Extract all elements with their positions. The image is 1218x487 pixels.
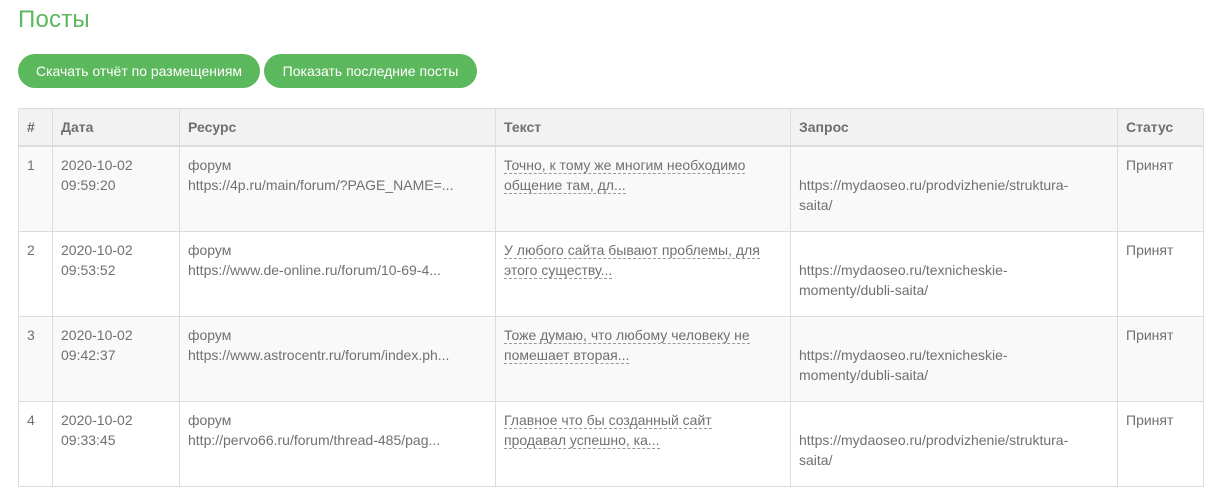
show-last-posts-button[interactable]: Показать последние посты — [264, 54, 477, 88]
query-line: https://mydaoseo.ru/prodvizhenie/struktu… — [799, 432, 1069, 448]
table-row: 2 2020-10-02 09:53:52 форум https://www.… — [18, 231, 1204, 317]
download-report-button[interactable]: Скачать отчёт по размещениям — [18, 54, 260, 88]
cell-text: Главное что бы созданный сайт продавал у… — [495, 401, 791, 487]
cell-resource: форум https://4p.ru/main/forum/?PAGE_NAM… — [179, 145, 496, 232]
cell-num: 3 — [18, 316, 53, 402]
cell-resource: форум http://pervo66.ru/forum/thread-485… — [179, 401, 496, 487]
cell-num: 1 — [18, 145, 53, 232]
query-url: https://mydaoseo.ru/prodvizhenie/struktu… — [799, 155, 1109, 215]
time-value: 09:33:45 — [61, 432, 116, 448]
cell-resource: форум https://www.astrocentr.ru/forum/in… — [179, 316, 496, 402]
query-line: https://mydaoseo.ru/texnicheskie- — [799, 262, 1008, 278]
query-line: saita/ — [799, 197, 833, 213]
post-text-line[interactable]: Главное что бы созданный сайт — [504, 412, 712, 429]
cell-status: Принят — [1117, 316, 1204, 402]
post-text-line[interactable]: У любого сайта бывают проблемы, для — [504, 242, 760, 259]
time-value: 09:53:52 — [61, 262, 116, 278]
posts-page: Посты Скачать отчёт по размещениям Показ… — [0, 0, 1218, 487]
resource-type: форум — [188, 157, 232, 173]
cell-query: https://mydaoseo.ru/prodvizhenie/struktu… — [790, 145, 1118, 232]
header-status: Статус — [1117, 108, 1204, 147]
cell-status: Принят — [1117, 401, 1204, 487]
cell-date: 2020-10-02 09:33:45 — [52, 401, 180, 487]
cell-date: 2020-10-02 09:42:37 — [52, 316, 180, 402]
cell-query: https://mydaoseo.ru/texnicheskie-momenty… — [790, 316, 1118, 402]
date-value: 2020-10-02 — [61, 242, 133, 258]
post-text-line[interactable]: общение там, дл... — [504, 177, 626, 194]
date-value: 2020-10-02 — [61, 157, 133, 173]
post-text-line[interactable]: продавал успешно, ка... — [504, 432, 660, 449]
query-url: https://mydaoseo.ru/texnicheskie-momenty… — [799, 240, 1109, 300]
header-num: # — [18, 108, 53, 147]
time-value: 09:42:37 — [61, 347, 116, 363]
query-line: https://mydaoseo.ru/prodvizhenie/struktu… — [799, 177, 1069, 193]
actions-bar: Скачать отчёт по размещениям Показать по… — [18, 54, 477, 88]
header-text: Текст — [495, 108, 791, 147]
post-text-line[interactable]: помешает вторая... — [504, 347, 630, 364]
page-title: Посты — [18, 6, 90, 33]
cell-date: 2020-10-02 09:53:52 — [52, 231, 180, 317]
table-header-row: # Дата Ресурс Текст Запрос Статус — [18, 108, 1204, 147]
post-text-line[interactable]: Тоже думаю, что любому человеку не — [504, 327, 750, 344]
query-url: https://mydaoseo.ru/texnicheskie-momenty… — [799, 325, 1109, 385]
cell-status: Принят — [1117, 231, 1204, 317]
query-line: momenty/dubli-saita/ — [799, 367, 929, 383]
cell-num: 2 — [18, 231, 53, 317]
resource-url: http://pervo66.ru/forum/thread-485/pag..… — [188, 432, 441, 448]
resource-type: форум — [188, 412, 232, 428]
cell-text: Тоже думаю, что любому человеку не помеш… — [495, 316, 791, 402]
resource-url: https://www.astrocentr.ru/forum/index.ph… — [188, 347, 450, 363]
query-line: momenty/dubli-saita/ — [799, 282, 929, 298]
resource-type: форум — [188, 327, 232, 343]
query-line: saita/ — [799, 452, 833, 468]
cell-query: https://mydaoseo.ru/prodvizhenie/struktu… — [790, 401, 1118, 487]
posts-table: # Дата Ресурс Текст Запрос Статус 1 2020… — [18, 108, 1204, 487]
resource-url: https://4p.ru/main/forum/?PAGE_NAME=... — [188, 177, 454, 193]
cell-num: 4 — [18, 401, 53, 487]
query-line: https://mydaoseo.ru/texnicheskie- — [799, 347, 1008, 363]
post-text-line[interactable]: Точно, к тому же многим необходимо — [504, 157, 746, 174]
cell-resource: форум https://www.de-online.ru/forum/10-… — [179, 231, 496, 317]
cell-date: 2020-10-02 09:59:20 — [52, 145, 180, 232]
time-value: 09:59:20 — [61, 177, 116, 193]
table-row: 1 2020-10-02 09:59:20 форум https://4p.r… — [18, 145, 1204, 232]
resource-type: форум — [188, 242, 232, 258]
table-row: 4 2020-10-02 09:33:45 форум http://pervo… — [18, 401, 1204, 487]
post-text-line[interactable]: этого существу... — [504, 262, 613, 279]
date-value: 2020-10-02 — [61, 327, 133, 343]
cell-text: Точно, к тому же многим необходимо общен… — [495, 145, 791, 232]
cell-status: Принят — [1117, 145, 1204, 232]
header-date: Дата — [52, 108, 180, 147]
cell-text: У любого сайта бывают проблемы, для этог… — [495, 231, 791, 317]
cell-query: https://mydaoseo.ru/texnicheskie-momenty… — [790, 231, 1118, 317]
date-value: 2020-10-02 — [61, 412, 133, 428]
query-url: https://mydaoseo.ru/prodvizhenie/struktu… — [799, 410, 1109, 470]
table-row: 3 2020-10-02 09:42:37 форум https://www.… — [18, 316, 1204, 402]
resource-url: https://www.de-online.ru/forum/10-69-4..… — [188, 262, 441, 278]
header-resource: Ресурс — [179, 108, 496, 147]
header-query: Запрос — [790, 108, 1118, 147]
